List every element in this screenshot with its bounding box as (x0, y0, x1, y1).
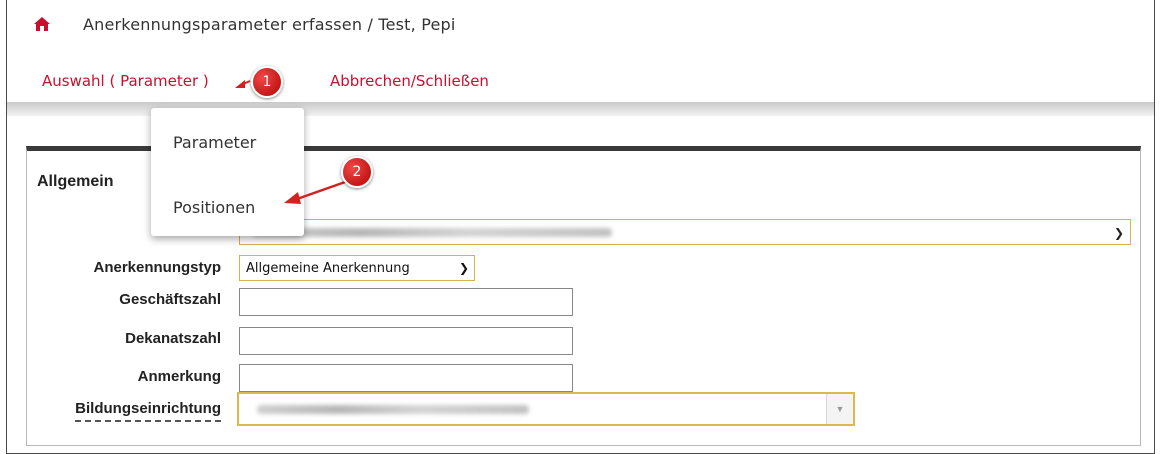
menu-abbrechen-schliessen[interactable]: Abbrechen/Schließen (330, 72, 489, 90)
app-window: Anerkennungsparameter erfassen / Test, P… (6, 0, 1155, 454)
section-title: Allgemein (37, 173, 114, 190)
chevron-down-icon: ❯ (458, 261, 469, 275)
anerkennungstyp-select[interactable]: Allgemeine Anerkennung ❯ (239, 255, 475, 281)
anmerkung-input[interactable] (239, 364, 573, 392)
page-title: Anerkennungsparameter erfassen / Test, P… (83, 15, 456, 34)
label-bildungseinrichtung[interactable]: Bildungseinrichtung (75, 400, 221, 422)
blurred-value (252, 228, 612, 237)
dropdown-item-positionen[interactable]: Positionen (173, 198, 255, 217)
blurred-value (257, 405, 529, 414)
label-anmerkung: Anmerkung (137, 368, 221, 385)
combo-arrow-icon[interactable]: ▼ (826, 394, 853, 424)
dropdown-item-parameter[interactable]: Parameter (173, 133, 256, 152)
menu-auswahl-parameter[interactable]: Auswahl ( Parameter ) (42, 72, 209, 90)
home-icon[interactable] (33, 16, 51, 32)
geschaeftszahl-input[interactable] (239, 288, 573, 316)
header: Anerkennungsparameter erfassen / Test, P… (7, 0, 1154, 108)
label-anerkennungstyp: Anerkennungstyp (93, 259, 221, 276)
bildungseinrichtung-combobox[interactable]: ▼ (237, 392, 855, 426)
anerkennungstyp-value: Allgemeine Anerkennung (246, 261, 410, 276)
studium-select[interactable]: ❯ (239, 219, 1131, 245)
label-geschaeftszahl: Geschäftszahl (119, 291, 221, 308)
callout-badge-1: 1 (251, 66, 283, 98)
dekanatszahl-input[interactable] (239, 327, 573, 355)
callout-badge-2: 2 (341, 156, 373, 188)
chevron-down-icon: ❯ (1113, 226, 1124, 240)
label-dekanatszahl: Dekanatszahl (125, 330, 221, 347)
dropdown-menu: Parameter Positionen (151, 108, 304, 236)
